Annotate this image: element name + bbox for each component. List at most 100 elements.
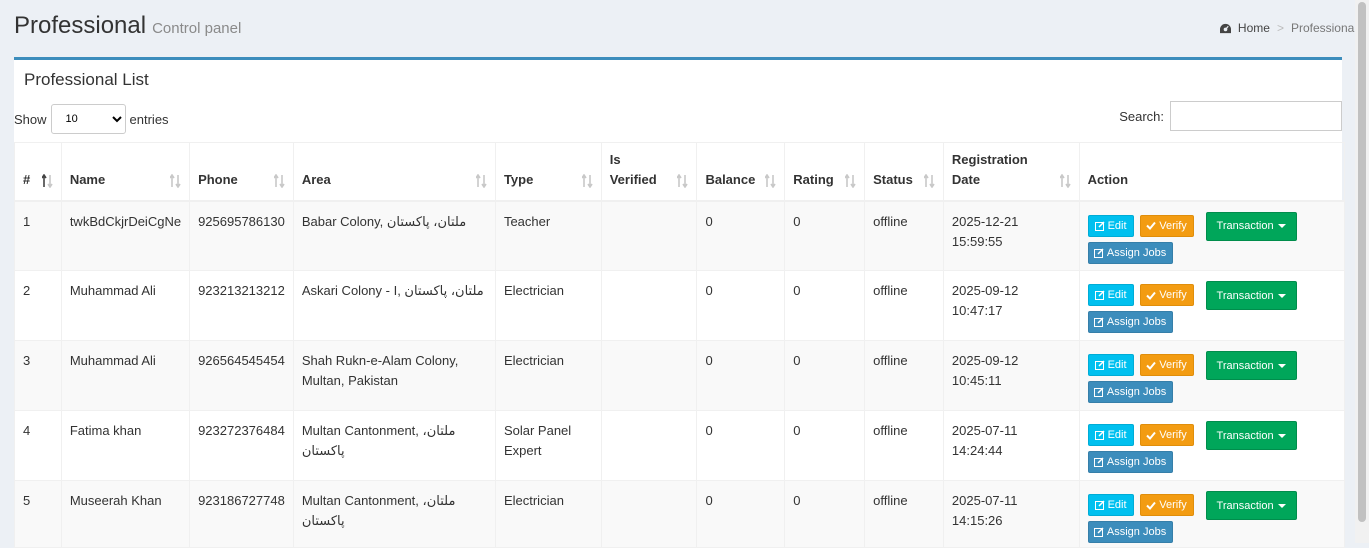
cell-phone: 925695786130 [189, 200, 294, 271]
column-header: Action [1078, 142, 1346, 202]
sort-icon[interactable] [273, 173, 285, 188]
column-header[interactable]: Is Verified [600, 142, 698, 202]
verify-button[interactable]: Verify [1139, 424, 1194, 446]
cell-date: 2025-12-21 15:59:55 [942, 200, 1080, 271]
column-header-label: Is [609, 151, 621, 167]
transaction-dropdown-button[interactable]: Transaction [1205, 491, 1297, 520]
caret-down-icon [1277, 293, 1286, 298]
transaction-dropdown-button[interactable]: Transaction [1205, 211, 1297, 241]
content-header: Professional Control panel Home > Profess… [0, 0, 1369, 56]
sort-icon[interactable] [170, 173, 181, 188]
edit-icon [1093, 457, 1104, 467]
edit-button[interactable]: Edit [1087, 424, 1134, 446]
cell-rating: 0 [784, 270, 866, 341]
verify-button[interactable]: Verify [1139, 284, 1194, 306]
column-header[interactable]: Name [60, 142, 191, 202]
row-actions: Edit Verify Transaction Assign Jobs [1087, 211, 1336, 268]
column-header[interactable]: Type [494, 142, 602, 202]
column-header[interactable]: Phone [189, 142, 294, 202]
cell-action: Edit Verify Transaction Assign Jobs [1078, 480, 1346, 548]
cell-action: Edit Verify Transaction Assign Jobs [1078, 200, 1346, 271]
cell-name: Muhammad Ali [60, 270, 191, 341]
edit-button[interactable]: Edit [1087, 284, 1134, 306]
check-icon [1146, 221, 1157, 230]
caret-down-icon [1277, 363, 1286, 368]
scrollbar-thumb[interactable] [1358, 2, 1366, 522]
sort-icon[interactable] [1059, 173, 1071, 188]
sort-icon[interactable] [845, 173, 856, 188]
sort-icon[interactable] [581, 173, 593, 188]
cell-status: offline [864, 480, 944, 548]
entries-select[interactable]: 10 [50, 104, 126, 134]
cell-verified [600, 200, 698, 271]
column-header-label: Area [301, 171, 331, 187]
row-actions: Edit Verify Transaction Assign Jobs [1087, 491, 1336, 547]
verify-button[interactable]: Verify [1139, 494, 1194, 516]
edit-button[interactable]: Edit [1087, 214, 1134, 237]
assign-jobs-label: Assign Jobs [1106, 386, 1167, 398]
column-header[interactable]: Registration Date [942, 142, 1080, 202]
edit-icon [1094, 430, 1105, 440]
sort-icon[interactable] [765, 173, 776, 188]
cell-date: 2025-07-11 14:15:26 [942, 480, 1080, 548]
assign-jobs-label: Assign Jobs [1106, 526, 1167, 538]
row-actions: Edit Verify Transaction Assign Jobs [1087, 421, 1336, 477]
table-row: 3 Muhammad Ali 926564545454 Shah Rukn-e-Ala… [14, 340, 1346, 411]
column-header[interactable]: Rating [784, 142, 866, 202]
transaction-label: Transaction [1216, 220, 1274, 232]
column-header[interactable]: Area [292, 142, 496, 202]
breadcrumb-current: Professional [1290, 21, 1357, 35]
cell-type: Solar Panel Expert [494, 410, 602, 481]
cell-area: Multan Cantonment, ملتان، پاکستان [292, 410, 496, 481]
sort-icon[interactable] [923, 173, 935, 188]
assign-jobs-button[interactable]: Assign Jobs [1087, 381, 1173, 403]
cell-status: offline [864, 200, 944, 271]
assign-jobs-button[interactable]: Assign Jobs [1087, 521, 1173, 543]
column-header[interactable]: # [14, 142, 62, 202]
edit-label: Edit [1107, 499, 1127, 511]
transaction-label: Transaction [1216, 499, 1274, 512]
breadcrumb-home[interactable]: Home [1238, 21, 1270, 35]
search-control: Search: [1119, 101, 1342, 131]
transaction-label: Transaction [1216, 289, 1274, 302]
scrollbar[interactable] [1355, 0, 1369, 543]
assign-jobs-button[interactable]: Assign Jobs [1087, 241, 1173, 264]
edit-button[interactable]: Edit [1087, 494, 1134, 516]
search-input[interactable] [1170, 101, 1342, 131]
search-label: Search: [1119, 108, 1164, 124]
edit-button[interactable]: Edit [1087, 354, 1134, 376]
sort-icon[interactable] [475, 173, 487, 188]
transaction-dropdown-button[interactable]: Transaction [1205, 281, 1297, 310]
show-label: Show [14, 111, 47, 127]
cell-num: 5 [14, 480, 62, 548]
column-header[interactable]: Status [864, 142, 944, 202]
assign-jobs-button[interactable]: Assign Jobs [1087, 311, 1173, 333]
column-header-label: Date [951, 171, 981, 187]
edit-label: Edit [1107, 429, 1127, 441]
verify-label: Verify [1159, 289, 1187, 301]
column-header-label: Type [503, 171, 534, 187]
table-row: 2 Muhammad Ali 923213213212 Askari Colony -… [14, 270, 1346, 341]
sort-icon[interactable] [41, 173, 53, 188]
column-header[interactable]: Balance [696, 142, 786, 202]
professional-list-box: Professional List Show 10 entries Search… [14, 57, 1346, 548]
caret-down-icon [1277, 503, 1286, 508]
verify-button[interactable]: Verify [1139, 354, 1194, 376]
edit-icon [1093, 387, 1104, 397]
cell-num: 4 [14, 410, 62, 481]
column-header-label: Registration [951, 151, 1028, 167]
verify-button[interactable]: Verify [1139, 214, 1194, 237]
cell-area: Shah Rukn-e-Alam Colony, Multan, Pakista… [292, 340, 496, 411]
cell-type: Electrician [494, 270, 602, 341]
edit-icon [1094, 290, 1105, 300]
cell-action: Edit Verify Transaction Assign Jobs [1078, 410, 1346, 481]
verify-label: Verify [1159, 219, 1187, 232]
assign-jobs-button[interactable]: Assign Jobs [1087, 451, 1173, 473]
cell-type: Teacher [494, 200, 602, 271]
box-title: Professional List [24, 70, 149, 89]
cell-action: Edit Verify Transaction Assign Jobs [1078, 270, 1346, 341]
verify-label: Verify [1159, 429, 1187, 441]
transaction-dropdown-button[interactable]: Transaction [1205, 351, 1297, 380]
sort-icon[interactable] [677, 173, 689, 188]
transaction-dropdown-button[interactable]: Transaction [1205, 421, 1297, 450]
